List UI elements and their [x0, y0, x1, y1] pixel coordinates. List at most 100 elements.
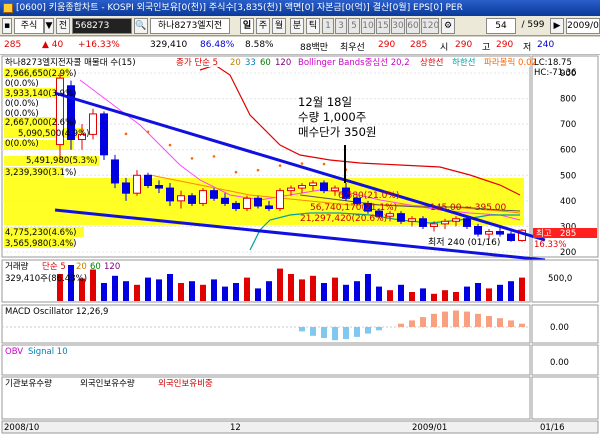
- quote-volume-ratio: 86.48%: [200, 40, 235, 50]
- volume-bar: [189, 281, 195, 301]
- tick-num-10[interactable]: 10: [361, 18, 375, 34]
- chart-svg[interactable]: 900800700600500400300200 12월 18일 수량 1,00…: [0, 55, 600, 434]
- chevron-down-icon[interactable]: ▼: [44, 18, 54, 34]
- window-title-bar: [0600] 키움종합차트 - KOSPI 외국인보유[0(천)] 주식수[3,…: [0, 0, 600, 16]
- vp-label: 0(0.0%): [5, 139, 39, 149]
- volume-bar: [354, 281, 360, 301]
- psar-dot: [300, 162, 304, 165]
- period-day-button[interactable]: 일: [240, 18, 254, 34]
- code-input[interactable]: 568273: [72, 18, 132, 34]
- volume-bar: [387, 290, 393, 301]
- volume-readout: 329,410주(86.48%): [5, 274, 87, 284]
- quote-open-label: 시: [440, 43, 449, 53]
- volume-bar: [299, 279, 305, 301]
- quote-amount: 88백만: [300, 43, 329, 53]
- macd-bar: [453, 310, 459, 327]
- vp-label: 3,565,980(3.4%): [5, 239, 77, 249]
- vp-mid-label: 56,740,170(21.1%): [310, 203, 397, 213]
- stock-name-field[interactable]: 하나8273엘지전: [150, 18, 230, 34]
- tick-num-60[interactable]: 60: [406, 18, 420, 34]
- candle-body: [485, 231, 493, 235]
- psar-dot: [124, 132, 128, 136]
- volume-bar: [475, 283, 481, 301]
- volume-legend-ma20: 20: [76, 262, 87, 272]
- investor-legend-foreign: 외국인보유수량: [80, 378, 135, 389]
- price-y-tick: 700: [560, 120, 576, 130]
- price-legend-ma20: 20: [230, 58, 241, 68]
- quote-high-val: 290: [496, 40, 514, 50]
- chart-area[interactable]: 900 800 700 600 500 400 300 200 12월 18일 수량 1,00…: [0, 55, 600, 434]
- tick-num-30[interactable]: 30: [391, 18, 405, 34]
- volume-bar: [233, 283, 239, 301]
- volume-bar: [244, 277, 250, 301]
- volume-bar: [398, 284, 404, 301]
- volume-bar: [156, 279, 162, 301]
- volume-bar: [178, 283, 184, 301]
- quote-min-label: 최우선: [340, 43, 365, 53]
- prev-button[interactable]: 전: [56, 18, 70, 34]
- macd-legend: MACD Oscillator 12,26,9: [5, 307, 108, 317]
- annotation-line-3[interactable]: 매수단가 350원: [298, 125, 377, 139]
- period-week-button[interactable]: 주: [256, 18, 270, 34]
- candle-body: [89, 113, 97, 135]
- search-icon[interactable]: 🔍: [134, 18, 148, 34]
- count-input[interactable]: 54: [486, 18, 516, 34]
- chart-toolbar: ▪ 주식 ▼ 전 568273 🔍 하나8273엘지전 일 주 월 분 틱 1 …: [0, 16, 600, 36]
- price-y-tick: 800: [560, 95, 576, 105]
- volume-bar: [134, 284, 140, 301]
- vp-label: 3,933,140(3.9%): [5, 89, 77, 99]
- psar-dot: [168, 143, 172, 147]
- scroll-right-icon[interactable]: ▶: [550, 18, 564, 34]
- candle-body: [320, 182, 328, 192]
- investor-axis-frame: [531, 376, 599, 420]
- volume-legend-ma: 단순 5: [42, 261, 66, 272]
- tick-num-120[interactable]: 120: [421, 18, 439, 34]
- psar-dot: [212, 155, 216, 158]
- psar-dot: [322, 162, 326, 166]
- quote-change-pct: +16.33%: [78, 40, 120, 50]
- window-title: [0600] 키움종합차트 - KOSPI 외국인보유[0(천)] 주식수[3,…: [16, 3, 463, 13]
- date-input[interactable]: 2009/0: [566, 18, 600, 34]
- candle-body: [452, 218, 460, 222]
- volume-bar: [365, 274, 371, 301]
- toolbar-grip-icon: ▪: [2, 18, 12, 34]
- tick-num-1[interactable]: 1: [322, 18, 334, 34]
- quote-low-val: 240: [537, 40, 555, 50]
- tick-num-5[interactable]: 5: [348, 18, 360, 34]
- x-axis-label: 01/16: [540, 423, 565, 433]
- candle-body: [386, 213, 394, 217]
- macd-y-tick: 0.00: [550, 323, 569, 333]
- tick-num-3[interactable]: 3: [335, 18, 347, 34]
- macd-bar: [431, 313, 437, 327]
- quote-low-label: 저: [523, 43, 532, 53]
- hc-readout: HC:-71.36: [534, 68, 577, 78]
- obv-panel-frame: [1, 344, 531, 376]
- candle-body: [276, 190, 284, 210]
- type-select[interactable]: 주식: [14, 18, 44, 34]
- settings-icon[interactable]: ⚙: [441, 18, 455, 34]
- current-price-value: 285: [560, 229, 576, 239]
- period-month-button[interactable]: 월: [272, 18, 286, 34]
- vp-range-label: 145.00 ~ 395.00: [430, 203, 507, 213]
- candle-body: [408, 218, 416, 222]
- app-icon: [3, 3, 13, 13]
- annotation-line-1[interactable]: 12월 18일: [298, 95, 352, 109]
- annotation-line-2[interactable]: 수량 1,000주: [298, 110, 366, 124]
- macd-bar: [420, 317, 426, 327]
- quote-open-val: 290: [455, 40, 473, 50]
- volume-bar: [519, 277, 525, 301]
- volume-bar: [431, 293, 437, 301]
- period-tick-button[interactable]: 틱: [306, 18, 320, 34]
- volume-profile-band: [4, 178, 524, 225]
- period-minute-button[interactable]: 분: [290, 18, 304, 34]
- candle-body: [155, 185, 163, 189]
- price-legend-name: 하나8273엘지전자콜 매물대 수(15): [5, 57, 136, 68]
- candle-body: [397, 213, 405, 222]
- x-axis-label: 2008/10: [4, 423, 39, 433]
- tick-num-15[interactable]: 15: [376, 18, 390, 34]
- candle-body: [287, 187, 295, 192]
- macd-bar: [332, 327, 338, 341]
- lowest-price-label: 최저 240 (01/16): [428, 237, 500, 248]
- psar-dot: [146, 130, 150, 134]
- price-legend-ma120: 120: [275, 58, 291, 68]
